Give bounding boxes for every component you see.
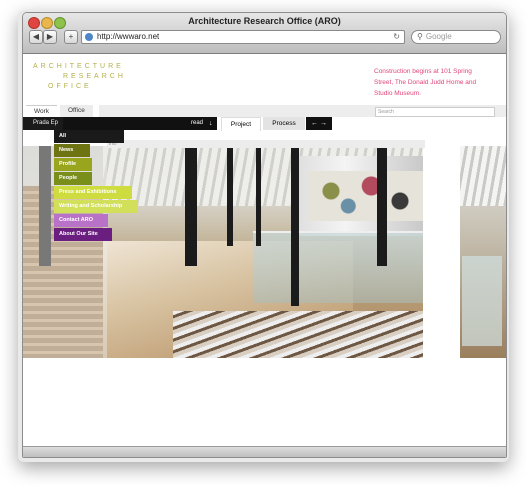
tab-process[interactable]: Process	[263, 117, 305, 130]
news-headline[interactable]: Construction begins at 101 Spring Street…	[374, 66, 489, 99]
photo-shelf	[173, 311, 423, 358]
photo-glass	[253, 231, 423, 303]
reload-icon[interactable]: ↻	[393, 31, 400, 43]
tab-project[interactable]: Project	[221, 117, 261, 131]
url-text: http://wwwaro.net	[97, 32, 160, 41]
menu-item-all[interactable]: All	[54, 130, 124, 143]
photo-column	[291, 146, 299, 306]
photo-ceiling	[460, 146, 506, 206]
logo-line-1: ARCHITECTURE	[33, 63, 124, 70]
forward-button[interactable]: ▶	[43, 30, 57, 44]
photo-column	[185, 146, 197, 266]
browser-search-field[interactable]: ⚲ Google	[411, 30, 501, 44]
photo-glass	[462, 256, 502, 346]
logo-line-2: RESEARCH	[63, 73, 126, 80]
globe-icon	[85, 33, 93, 41]
search-icon: ⚲	[417, 32, 423, 41]
status-bar	[23, 446, 506, 457]
down-arrow-icon[interactable]: ↓	[209, 117, 213, 130]
project-toolbar: Prada Ep read ↓ Project Process ← →	[23, 117, 506, 131]
photo-mural	[308, 171, 423, 221]
web-page: ARCHITECTURE RESEARCH OFFICE Constructio…	[23, 54, 506, 457]
menu-item-news[interactable]: News	[54, 144, 90, 157]
search-placeholder: Google	[425, 32, 452, 41]
tab-office[interactable]: Office	[60, 105, 93, 117]
window-title: Architecture Research Office (ARO)	[188, 16, 341, 26]
back-button[interactable]: ◀	[29, 30, 43, 44]
browser-window: Architecture Research Office (ARO) ◀ ▶ +…	[22, 12, 507, 458]
prev-next-arrows[interactable]: ← →	[306, 117, 332, 130]
aro-logo[interactable]: ARCHITECTURE RESEARCH OFFICE	[33, 62, 126, 92]
menu-item-people[interactable]: People	[54, 172, 92, 185]
menu-item-writing[interactable]: Writing and Scholarship	[54, 200, 138, 213]
menu-item-contact[interactable]: Contact ARO	[54, 214, 108, 227]
logo-line-3: OFFICE	[48, 83, 92, 90]
photo-column	[256, 146, 261, 246]
next-project-photo[interactable]	[460, 146, 506, 358]
site-search-input[interactable]: Search	[375, 107, 495, 117]
info-label: Info	[107, 140, 425, 148]
menu-item-about[interactable]: About Our Site	[54, 228, 112, 241]
photo-column	[227, 146, 233, 246]
menu-item-profile[interactable]: Profile	[54, 158, 92, 171]
title-bar: Architecture Research Office (ARO) ◀ ▶ +…	[23, 13, 506, 54]
read-button[interactable]: read	[191, 117, 203, 130]
add-bookmark-button[interactable]: +	[64, 30, 78, 44]
url-bar[interactable]: http://wwwaro.net ↻	[81, 30, 405, 44]
photo-column	[377, 146, 387, 266]
menu-item-press[interactable]: Press and Exhibitions	[54, 186, 132, 199]
